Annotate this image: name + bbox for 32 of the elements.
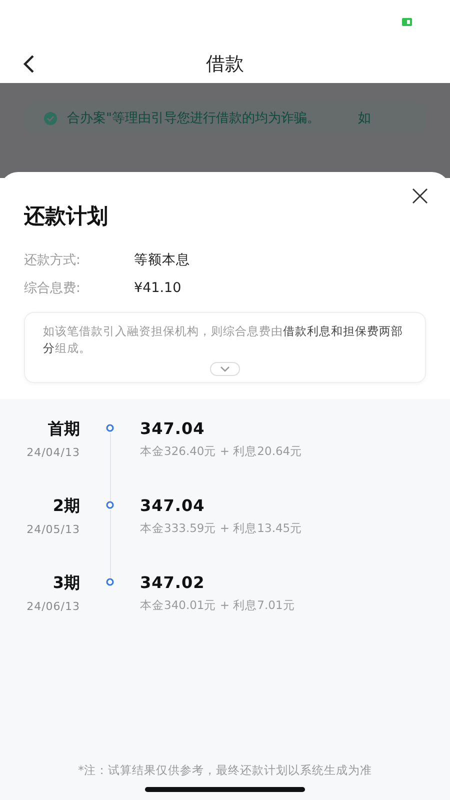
field-value: ¥41.10 (134, 280, 182, 296)
close-icon (412, 188, 428, 204)
due-date: 24/06/13 (26, 600, 80, 614)
installment-amount: 347.04 (140, 496, 206, 516)
battery-icon (402, 18, 412, 26)
notice-more-text: 如 (358, 110, 371, 127)
period-label: 2期 (52, 496, 80, 518)
installment-amount: 347.02 (140, 573, 206, 592)
period-label: 3期 (52, 573, 80, 594)
page-title: 借款 (206, 52, 244, 76)
chevron-left-icon (22, 54, 36, 74)
due-date: 24/05/13 (26, 523, 80, 536)
period-label: 首期 (48, 419, 80, 440)
shield-check-icon (44, 112, 57, 124)
chevron-down-icon (220, 366, 230, 372)
installment-amount: 347.04 (140, 419, 206, 438)
sheet-title: 还款计划 (24, 203, 108, 230)
field-label: 综合息费: (24, 280, 82, 297)
installment-detail: 本金340.01元 + 利息7.01元 (140, 598, 296, 614)
timeline-dot-icon (106, 578, 114, 586)
timeline-dot-icon (106, 424, 114, 432)
footnote: *注：试算结果仅供参考，最终还款计划以系统生成为准 (77, 763, 373, 778)
expand-button[interactable] (210, 362, 240, 376)
timeline-dot-icon (106, 501, 114, 510)
due-date: 24/04/13 (26, 446, 80, 460)
field-value: 等额本息 (134, 251, 190, 269)
field-label: 还款方式: (24, 252, 82, 269)
installment-detail: 本金333.59元 + 利息13.45元 (140, 521, 304, 536)
info-text: 如该笔借款引入融资担保机构，则综合息费由借款利息和担保费两部分组成。 (43, 323, 404, 356)
close-button[interactable] (410, 186, 430, 206)
notice-text: 合办案"等理由引导您进行借款的均为诈骗。 (67, 110, 320, 127)
installment-detail: 本金326.40元 + 利息20.64元 (140, 444, 304, 460)
